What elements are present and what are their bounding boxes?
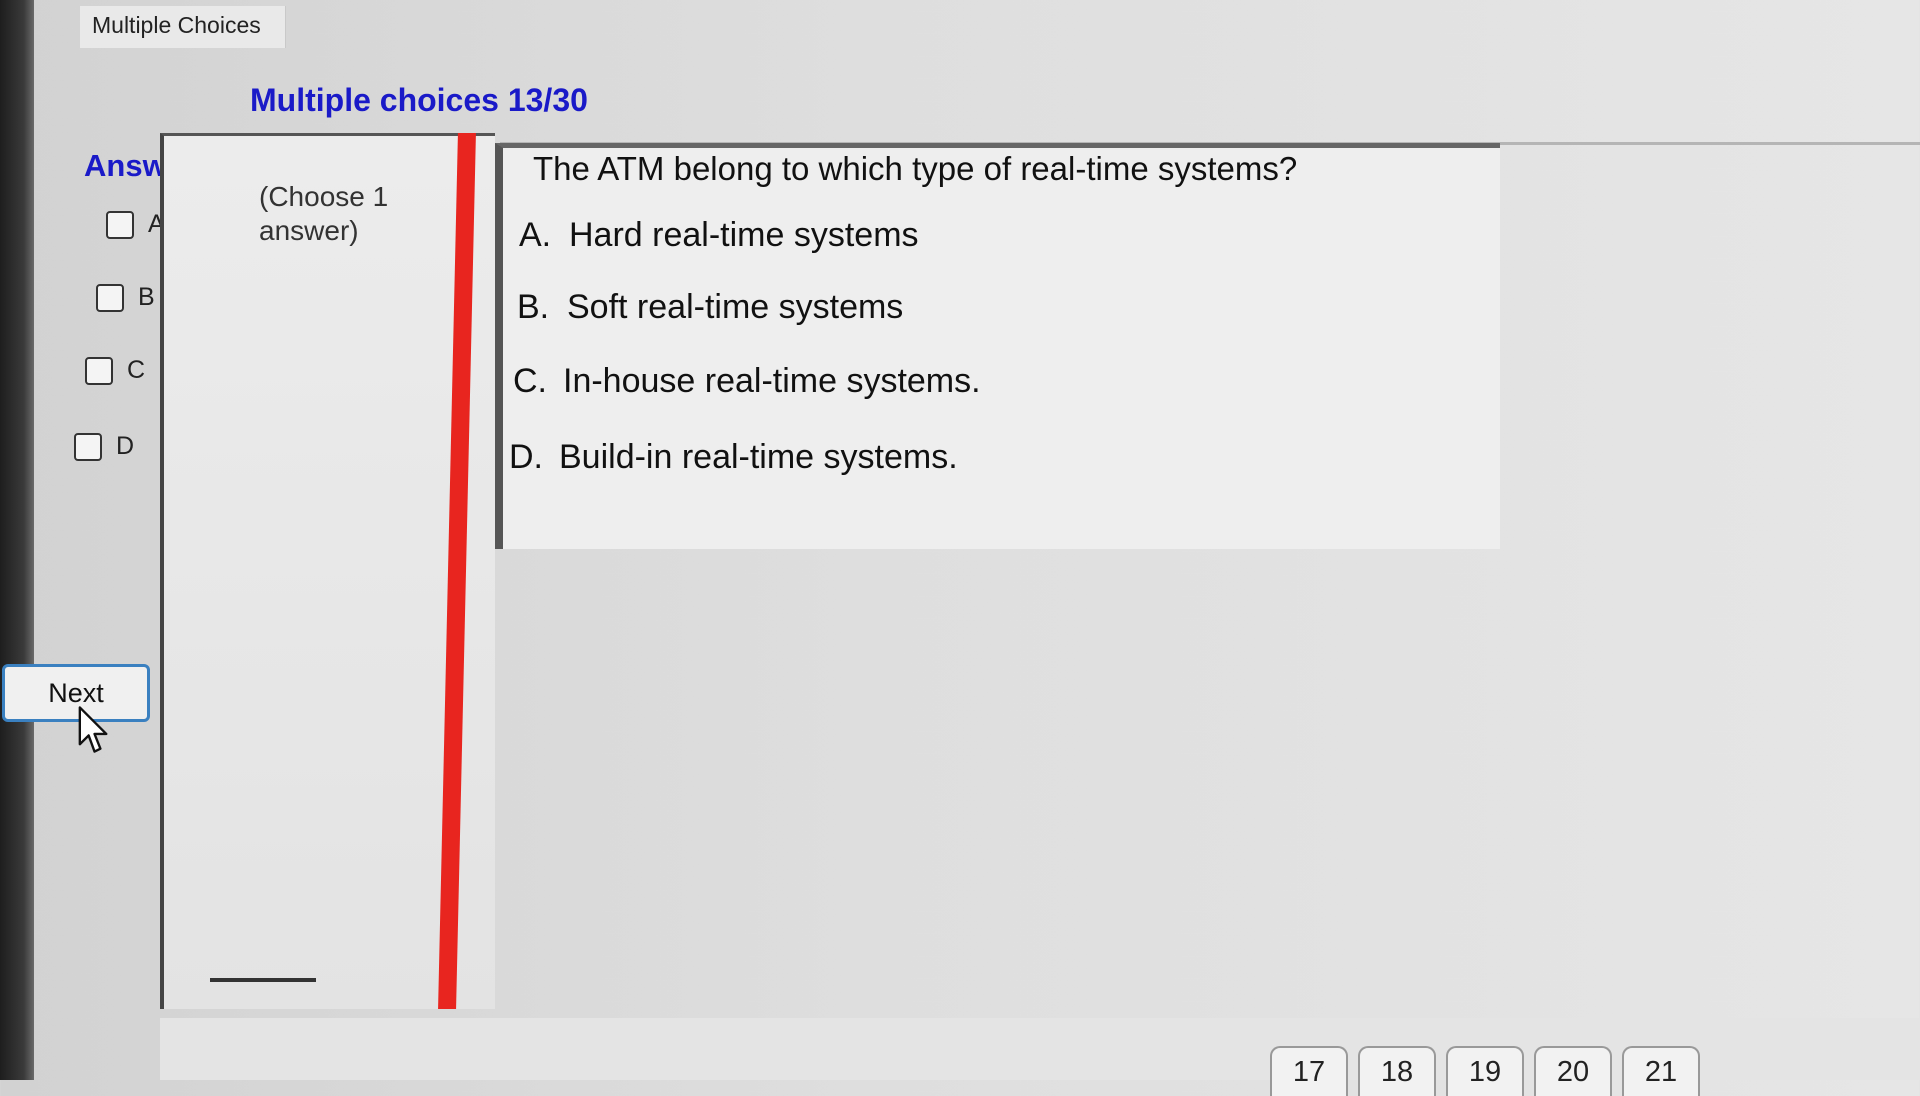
question-text: The ATM belong to which type of real-tim… bbox=[533, 150, 1298, 187]
checkbox-d[interactable] bbox=[74, 432, 102, 461]
option-letter-d: D bbox=[116, 432, 135, 460]
option-letter-b: B bbox=[138, 283, 155, 311]
choice-text: Build-in real-time systems. bbox=[559, 438, 958, 476]
choice-text: Soft real-time systems bbox=[567, 288, 904, 326]
answer-option-b[interactable]: B bbox=[96, 283, 155, 312]
checkbox-a[interactable] bbox=[106, 210, 134, 239]
choice-letter: B. bbox=[517, 288, 550, 326]
question-tab[interactable]: 18 bbox=[1358, 1046, 1436, 1096]
question-tab[interactable]: 21 bbox=[1622, 1046, 1700, 1096]
checkbox-c[interactable] bbox=[85, 356, 113, 385]
screen-bezel bbox=[0, 0, 34, 1080]
choice-d: D. Build-in real-time systems. bbox=[509, 438, 958, 477]
answer-option-c[interactable]: C bbox=[85, 356, 145, 385]
choose-hint: (Choose 1 answer) bbox=[259, 181, 389, 246]
checkbox-b[interactable] bbox=[96, 283, 124, 312]
option-letter-c: C bbox=[127, 356, 146, 384]
next-button-label: Next bbox=[48, 677, 104, 708]
choice-letter: D. bbox=[509, 438, 543, 476]
question-progress: Multiple choices 13/30 bbox=[250, 82, 588, 118]
question-panel: The ATM belong to which type of real-tim… bbox=[495, 143, 1500, 549]
choice-letter: C. bbox=[513, 362, 547, 400]
question-tab[interactable]: 19 bbox=[1446, 1046, 1524, 1096]
choice-letter: A. bbox=[519, 216, 552, 254]
question-number-tabs: 17 18 19 20 21 bbox=[1270, 1046, 1700, 1096]
choice-text: In-house real-time systems. bbox=[563, 362, 981, 400]
mouse-pointer-icon bbox=[78, 706, 108, 753]
question-tab[interactable]: 17 bbox=[1270, 1046, 1348, 1096]
question-tab[interactable]: 20 bbox=[1534, 1046, 1612, 1096]
hint-panel-scrollbar[interactable] bbox=[210, 978, 316, 982]
choice-a: A. Hard real-time systems bbox=[519, 216, 919, 255]
next-button[interactable]: Next bbox=[2, 664, 150, 722]
answer-option-a[interactable]: A bbox=[106, 210, 165, 239]
window-tab-label: Multiple Choices bbox=[92, 12, 261, 38]
choice-text: Hard real-time systems bbox=[569, 216, 919, 254]
answer-option-d[interactable]: D bbox=[74, 432, 134, 461]
window-tab[interactable]: Multiple Choices bbox=[80, 6, 286, 48]
choice-c: C. In-house real-time systems. bbox=[513, 362, 981, 401]
choice-b: B. Soft real-time systems bbox=[517, 288, 903, 327]
